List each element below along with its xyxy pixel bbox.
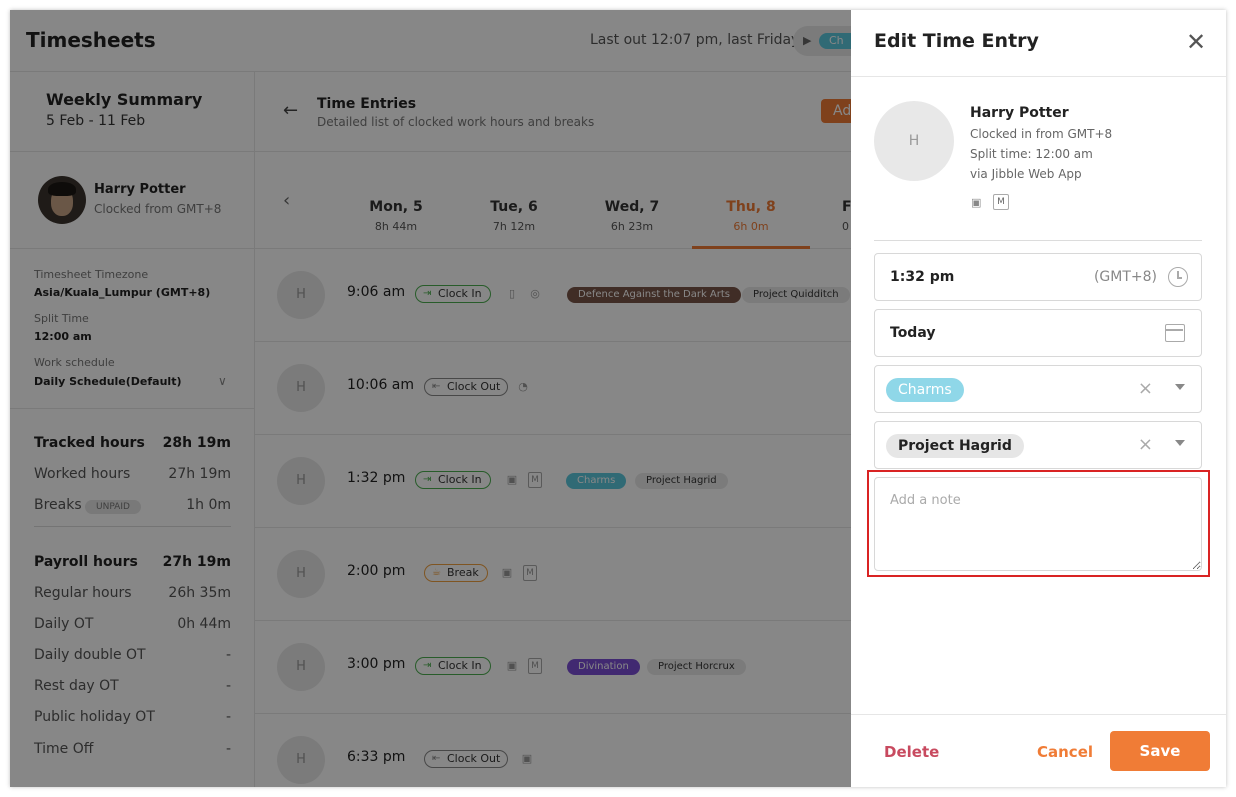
panel-title: Edit Time Entry: [874, 30, 1039, 52]
panel-footer-divider: [851, 714, 1226, 715]
timezone-value: (GMT+8): [1093, 269, 1157, 285]
panel-split-time: Split time: 12:00 am: [970, 147, 1093, 161]
activity-chip: Charms: [886, 378, 964, 402]
activity-select[interactable]: Charms ×: [874, 365, 1202, 413]
caret-down-icon[interactable]: [1175, 440, 1185, 446]
panel-header-divider: [851, 76, 1226, 77]
app-window: Timesheets Last out 12:07 pm, last Frida…: [10, 10, 1226, 787]
delete-button[interactable]: Delete: [884, 743, 939, 761]
panel-via-app: via Jibble Web App: [970, 167, 1082, 181]
panel-member-name: Harry Potter: [970, 105, 1069, 121]
time-value: 1:32 pm: [890, 269, 955, 285]
panel-divider: [874, 240, 1202, 241]
close-icon[interactable]: ✕: [1184, 30, 1208, 54]
timesheets-app: Timesheets Last out 12:07 pm, last Frida…: [10, 10, 1226, 787]
calendar-icon[interactable]: [1165, 324, 1185, 342]
manual-entry-icon: M: [993, 194, 1009, 210]
clear-icon[interactable]: ×: [1138, 379, 1153, 399]
project-chip: Project Hagrid: [886, 434, 1024, 458]
note-input[interactable]: [874, 477, 1202, 571]
project-select[interactable]: Project Hagrid ×: [874, 421, 1202, 469]
web-app-icon: ▣: [971, 196, 982, 209]
clock-icon[interactable]: [1168, 267, 1188, 287]
date-value: Today: [890, 325, 936, 341]
caret-down-icon[interactable]: [1175, 384, 1185, 390]
save-button[interactable]: Save: [1110, 731, 1210, 771]
time-field[interactable]: 1:32 pm (GMT+8): [874, 253, 1202, 301]
panel-clocked-in-from: Clocked in from GMT+8: [970, 127, 1113, 141]
panel-avatar: H: [874, 101, 954, 181]
modal-backdrop[interactable]: [10, 10, 851, 787]
clear-icon[interactable]: ×: [1138, 435, 1153, 455]
edit-time-entry-panel: Edit Time Entry ✕ H Harry Potter Clocked…: [851, 10, 1226, 787]
date-field[interactable]: Today: [874, 309, 1202, 357]
cancel-button[interactable]: Cancel: [1037, 743, 1093, 761]
